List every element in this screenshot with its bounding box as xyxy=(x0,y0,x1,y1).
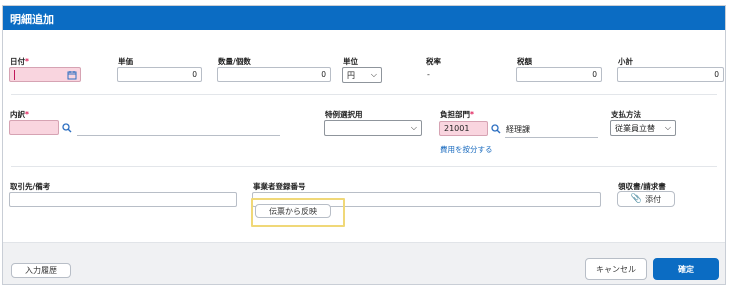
breakdown-label: 内訳* xyxy=(10,110,29,119)
unit-price-label: 単価 xyxy=(118,57,133,66)
chevron-down-icon: ⌵ xyxy=(664,123,671,132)
reflect-from-slip-button[interactable]: 伝票から反映 xyxy=(255,204,331,218)
subtotal-value: 0 xyxy=(714,70,719,79)
special-select[interactable]: ⌵ xyxy=(324,120,422,136)
dept-name-line xyxy=(505,137,598,138)
dept-label: 負担部門* xyxy=(440,110,474,119)
chevron-down-icon: ⌵ xyxy=(370,70,377,79)
quantity-value: 0 xyxy=(321,70,326,79)
vendor-label: 取引先/備考 xyxy=(10,182,51,191)
tax-rate-value: - xyxy=(427,70,430,79)
tax-amount-label: 税額 xyxy=(517,57,532,66)
divider xyxy=(11,166,717,167)
calendar-icon[interactable] xyxy=(64,68,80,81)
unit-price-input[interactable]: 0 xyxy=(117,67,202,82)
subtotal-label: 小計 xyxy=(618,57,633,66)
split-cost-link[interactable]: 費用を按分する xyxy=(440,144,493,155)
payment-select-value: 従業員立替 xyxy=(615,124,655,133)
dept-code-value: 21001 xyxy=(444,124,470,133)
unit-label: 単位 xyxy=(343,57,358,66)
date-input[interactable] xyxy=(9,67,81,82)
unit-select[interactable]: 円 ⌵ xyxy=(342,67,382,83)
special-label: 特例選択用 xyxy=(325,110,363,119)
unit-select-value: 円 xyxy=(347,71,355,80)
breakdown-input[interactable] xyxy=(9,120,59,135)
search-icon[interactable] xyxy=(488,122,504,135)
attach-button[interactable]: 📎 添付 xyxy=(617,191,675,207)
tax-amount-input[interactable]: 0 xyxy=(516,67,602,82)
subtotal-input[interactable]: 0 xyxy=(617,67,724,82)
attach-button-label: 添付 xyxy=(645,194,662,204)
dialog-footer: 入力履歴 キャンセル 確定 xyxy=(3,242,725,284)
tax-rate-label: 税率 xyxy=(426,57,441,66)
search-icon[interactable] xyxy=(59,121,75,134)
text-cursor xyxy=(14,70,15,80)
payment-label: 支払方法 xyxy=(611,110,641,119)
add-line-item-dialog: 明細追加 日付* 単価 数量/個数 単位 税率 税額 小計 0 0 円 ⌵ - … xyxy=(2,5,726,285)
registration-label: 事業者登録番号 xyxy=(253,182,306,191)
payment-select[interactable]: 従業員立替 ⌵ xyxy=(610,120,676,136)
vendor-input[interactable] xyxy=(9,192,237,207)
chevron-down-icon: ⌵ xyxy=(410,123,417,132)
dialog-title: 明細追加 xyxy=(3,6,725,30)
dept-code-input[interactable]: 21001 xyxy=(439,121,488,136)
divider xyxy=(11,94,717,95)
dept-name: 経理課 xyxy=(506,125,530,134)
input-history-button[interactable]: 入力履歴 xyxy=(11,263,71,278)
unit-price-value: 0 xyxy=(192,70,197,79)
tax-amount-value: 0 xyxy=(592,70,597,79)
quantity-label: 数量/個数 xyxy=(218,57,251,66)
date-label: 日付* xyxy=(10,57,29,66)
paperclip-icon: 📎 xyxy=(630,194,643,204)
quantity-input[interactable]: 0 xyxy=(217,67,331,82)
confirm-button[interactable]: 確定 xyxy=(653,258,719,280)
cancel-button[interactable]: キャンセル xyxy=(585,258,647,280)
breakdown-name-line xyxy=(77,135,280,136)
